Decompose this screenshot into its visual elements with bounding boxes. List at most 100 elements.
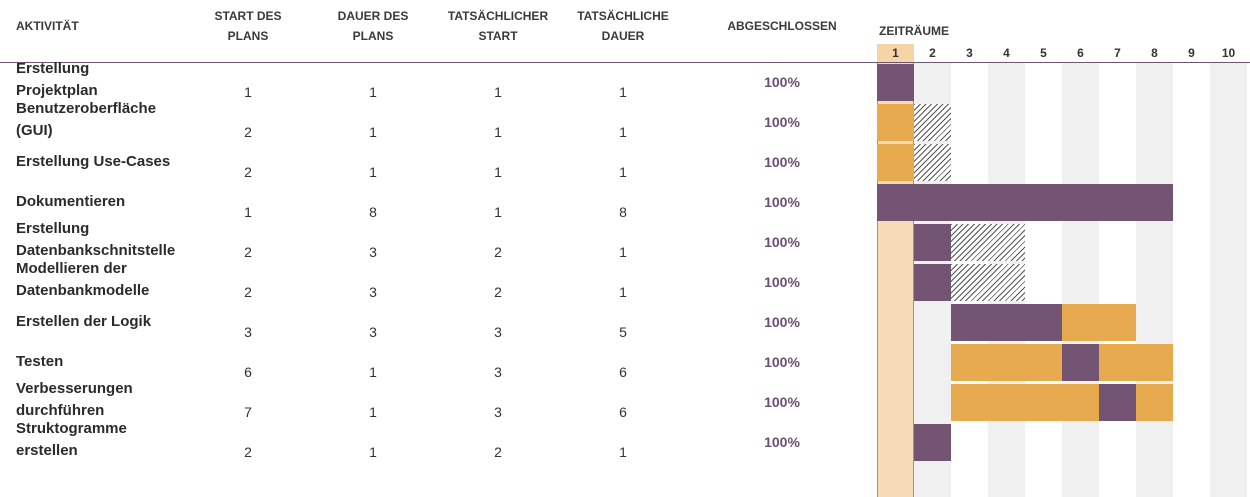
cell-actual-duration: 1 <box>619 84 627 100</box>
activity-name-line: Modellieren der <box>16 260 127 277</box>
bar-plan <box>914 104 951 141</box>
cell-plan-start: 2 <box>244 284 252 300</box>
cell-actual-duration: 1 <box>619 444 627 460</box>
percent-complete: 100% <box>764 394 800 410</box>
bar-actual <box>1136 384 1173 421</box>
activity-name: Erstellung Projektplan <box>16 58 216 102</box>
cell-plan-duration: 3 <box>369 324 377 340</box>
header-plan-duration-line2: PLANS <box>352 29 394 43</box>
activity-name-line: Verbesserungen <box>16 380 133 397</box>
cell-actual-start: 1 <box>494 204 502 220</box>
cell-actual-duration: 1 <box>619 244 627 260</box>
table-row: Benutzeroberfläche (GUI) 2 1 1 1 100% <box>0 100 1250 143</box>
header-actual-duration-line2: DAUER <box>601 29 645 43</box>
percent-complete: 100% <box>764 314 800 330</box>
cell-plan-duration: 1 <box>369 124 377 140</box>
cell-actual-start: 2 <box>494 444 502 460</box>
bar-complete <box>951 304 1062 341</box>
period-number: 5 <box>1040 46 1047 60</box>
table-row: Modellieren der Datenbankmodelle 2 3 2 1 100% <box>0 260 1250 303</box>
bar-plan <box>951 224 1025 261</box>
bar-actual <box>877 104 914 141</box>
activity-name: Dokumentieren <box>16 192 216 212</box>
cell-actual-start: 1 <box>494 164 502 180</box>
activity-name: Modellieren der Datenbankmodelle <box>16 258 216 302</box>
period-number: 8 <box>1151 46 1158 60</box>
cell-actual-start: 2 <box>494 244 502 260</box>
bar-complete <box>914 424 951 461</box>
bar-plan <box>951 264 1025 301</box>
activity-name-line: Datenbankmodelle <box>16 282 150 299</box>
bar-complete <box>914 264 951 301</box>
header-actual-duration: TATSÄCHLICHE DAUER <box>563 6 683 46</box>
activity-name: Benutzeroberfläche (GUI) <box>16 98 216 142</box>
header-plan-start-line1: START DES <box>214 9 282 23</box>
cell-plan-duration: 1 <box>369 364 377 380</box>
header-activity: AKTIVITÄT <box>16 19 79 33</box>
cell-actual-duration: 1 <box>619 284 627 300</box>
bar-complete <box>877 64 914 101</box>
cell-actual-start: 3 <box>494 324 502 340</box>
header-actual-start: TATSÄCHLICHER START <box>438 6 558 46</box>
bar-plan <box>914 144 951 181</box>
cell-actual-duration: 5 <box>619 324 627 340</box>
header-periods: ZEITRÄUME <box>879 24 949 38</box>
bar-complete <box>914 224 951 261</box>
activity-name: Verbesserungen durchführen <box>16 378 216 422</box>
cell-plan-duration: 3 <box>369 244 377 260</box>
cell-actual-duration: 6 <box>619 404 627 420</box>
percent-complete: 100% <box>764 74 800 90</box>
cell-actual-start: 1 <box>494 124 502 140</box>
percent-complete: 100% <box>764 194 800 210</box>
bar-complete <box>1062 344 1099 381</box>
period-number: 2 <box>929 46 936 60</box>
cell-plan-start: 2 <box>244 164 252 180</box>
period-number: 7 <box>1114 46 1121 60</box>
bar-actual <box>877 144 914 181</box>
activity-name: Erstellen der Logik <box>16 312 216 332</box>
cell-plan-duration: 1 <box>369 164 377 180</box>
header-plan-start-line2: PLANS <box>227 29 269 43</box>
cell-actual-start: 1 <box>494 84 502 100</box>
period-number: 1 <box>877 44 914 62</box>
activity-name: Struktogramme erstellen <box>16 418 216 462</box>
percent-complete: 100% <box>764 114 800 130</box>
header-complete: ABGESCHLOSSEN <box>727 19 837 33</box>
bar-actual <box>951 344 1062 381</box>
activity-name-line: Erstellung <box>16 60 90 77</box>
table-row: Erstellung Datenbankschnitstelle 2 3 2 1 100% <box>0 220 1250 263</box>
table-row: Erstellung Use-Cases 2 1 1 1 100% <box>0 143 1250 183</box>
percent-complete: 100% <box>764 154 800 170</box>
bar-complete <box>877 184 1173 221</box>
activity-name-line: Erstellung <box>16 220 90 237</box>
activity-name-line: erstellen <box>16 442 78 459</box>
cell-plan-duration: 8 <box>369 204 377 220</box>
cell-actual-start: 3 <box>494 364 502 380</box>
percent-complete: 100% <box>764 434 800 450</box>
header-plan-duration: DAUER DES PLANS <box>323 6 423 46</box>
activity-name-line: Erstellung Use-Cases <box>16 153 171 170</box>
cell-plan-duration: 1 <box>369 84 377 100</box>
activity-name-line: Testen <box>16 353 64 370</box>
cell-plan-duration: 1 <box>369 444 377 460</box>
header-plan-start: START DES PLANS <box>198 6 298 46</box>
cell-actual-duration: 1 <box>619 164 627 180</box>
activity-name: Erstellung Use-Cases <box>16 152 216 172</box>
table-row: Struktogramme erstellen 2 1 2 1 100% <box>0 420 1250 463</box>
bar-actual <box>1099 344 1173 381</box>
bar-actual <box>1062 304 1136 341</box>
activity-name-line: Benutzeroberfläche <box>16 100 157 117</box>
activity-name-line: Struktogramme <box>16 420 127 437</box>
period-number: 4 <box>1003 46 1010 60</box>
activity-name-line: Dokumentieren <box>16 193 126 210</box>
header-actual-duration-line1: TATSÄCHLICHE <box>577 9 669 23</box>
period-number: 10 <box>1221 46 1236 60</box>
percent-complete: 100% <box>764 354 800 370</box>
cell-plan-start: 2 <box>244 124 252 140</box>
period-number: 3 <box>966 46 973 60</box>
cell-plan-duration: 1 <box>369 404 377 420</box>
cell-plan-start: 2 <box>244 444 252 460</box>
activity-name-line: (GUI) <box>16 122 53 139</box>
activity-name: Erstellung Datenbankschnitstelle <box>16 218 216 262</box>
percent-complete: 100% <box>764 274 800 290</box>
